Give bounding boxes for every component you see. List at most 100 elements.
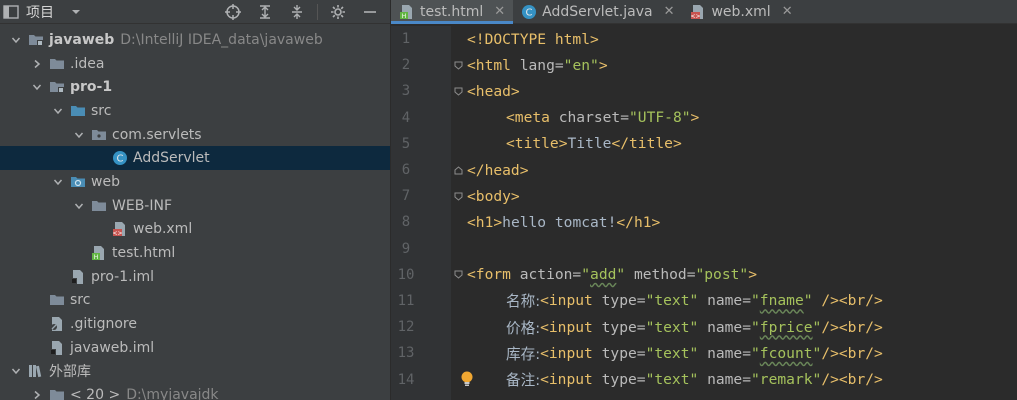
toolbar-separator: [317, 3, 318, 20]
tree-item[interactable]: pro-1: [0, 75, 390, 99]
chevron-down-icon[interactable]: [31, 81, 43, 93]
chevron-right-icon[interactable]: [31, 389, 43, 400]
tree-item[interactable]: pro-1.iml: [0, 265, 390, 289]
code-token: ": [812, 318, 822, 336]
tree-item[interactable]: .gitignore: [0, 312, 390, 336]
tree-item-label: javaweb: [49, 31, 115, 48]
tree-item[interactable]: <> web.xml: [0, 218, 390, 242]
code-line: 备注: <input type= "text" name= " remark "/><br…: [451, 366, 1017, 392]
code-token: <title>: [506, 135, 568, 153]
code-token: "text": [645, 292, 699, 310]
line-number: 7: [401, 188, 411, 205]
tree-item-label: test.html: [112, 245, 176, 262]
project-panel-header: 项目: [0, 0, 390, 24]
chevron-down-icon[interactable]: [70, 6, 82, 18]
line-number: 13: [397, 345, 415, 362]
editor-tab[interactable]: C AddServlet.java ✕: [513, 0, 682, 23]
project-view-selector[interactable]: 项目: [0, 2, 82, 22]
tree-item[interactable]: < 20 > D:\myjavajdk: [0, 383, 390, 400]
close-icon[interactable]: ✕: [664, 4, 675, 19]
fold-marker-icon[interactable]: [454, 87, 463, 96]
tree-item[interactable]: WEB-INF: [0, 194, 390, 218]
tree-item[interactable]: javaweb.iml: [0, 336, 390, 360]
fold-marker-icon[interactable]: [454, 61, 463, 70]
tree-item[interactable]: src: [0, 99, 390, 123]
line-number: 4: [401, 109, 411, 126]
code-line: </head>: [451, 157, 1017, 183]
chevron-right-icon[interactable]: [31, 58, 43, 70]
svg-text:H: H: [94, 254, 99, 261]
editor-area: Htest.html ✕ C AddServlet.java ✕ <> web.xml ✕ 1…: [391, 0, 1017, 400]
code-token: 库存:: [506, 345, 541, 363]
editor-tab-label: web.xml: [711, 3, 771, 20]
svg-text:<>: <>: [112, 230, 122, 237]
code-token: ": [581, 266, 591, 284]
editor-tab[interactable]: Htest.html ✕: [391, 0, 514, 24]
fold-marker-icon[interactable]: [454, 192, 463, 201]
code-token: </title>: [611, 135, 682, 153]
code-token: ": [812, 371, 822, 389]
code-token: <form: [467, 266, 520, 284]
code-token: name=: [698, 344, 751, 362]
line-number: 2: [401, 57, 411, 74]
line-number: 8: [401, 214, 411, 231]
code-token: "text": [645, 371, 699, 389]
tree-item[interactable]: Htest.html: [0, 241, 390, 265]
package-icon: [91, 127, 107, 143]
minimize-icon[interactable]: [354, 0, 386, 24]
line-number: 12: [397, 319, 415, 336]
line-number-gutter: 1 2 3 4 5 6 7 8 9 10 11 12 13 14: [391, 26, 451, 400]
tree-item-label: .gitignore: [70, 316, 137, 333]
fold-marker-icon[interactable]: [454, 270, 463, 279]
tree-item-label: src: [91, 102, 112, 119]
code-line: <!DOCTYPE html>: [451, 26, 1017, 52]
code-token: ": [803, 292, 822, 310]
tree-item[interactable]: com.servlets: [0, 123, 390, 147]
tree-item-label: javaweb.iml: [70, 339, 155, 356]
tree-item[interactable]: .idea: [0, 52, 390, 76]
expand-all-icon[interactable]: [249, 0, 281, 24]
tree-item-label: AddServlet: [133, 150, 210, 167]
code-line: <head>: [451, 78, 1017, 104]
code-token: "UTF-8": [629, 109, 691, 127]
tree-item-label: < 20 >: [70, 387, 121, 400]
tree-item-label: com.servlets: [112, 126, 202, 143]
code-token: <body>: [467, 187, 520, 205]
code-token: 名称:: [506, 293, 541, 311]
lightbulb-icon[interactable]: [459, 370, 475, 388]
code-token: Title: [567, 135, 612, 153]
code-line: 库存: <input type= "text" name= " fcount "/><br…: [451, 340, 1017, 366]
editor-tab-bar: Htest.html ✕ C AddServlet.java ✕ <> web.xml ✕: [391, 0, 1017, 24]
code-token: >: [748, 266, 757, 284]
chevron-down-icon[interactable]: [52, 105, 64, 117]
chevron-down-icon[interactable]: [10, 34, 22, 46]
tree-item[interactable]: src: [0, 289, 390, 313]
tree-item-label: WEB-INF: [112, 197, 172, 214]
close-icon[interactable]: ✕: [782, 4, 793, 19]
code-token: "text": [645, 344, 699, 362]
tree-item[interactable]: javaweb D:\IntelliJ IDEA_data\javaweb: [0, 28, 390, 52]
tree-item[interactable]: C AddServlet: [0, 146, 390, 171]
gear-icon[interactable]: [322, 0, 354, 24]
chevron-down-icon[interactable]: [73, 129, 85, 141]
tree-item[interactable]: 外部库: [0, 360, 390, 384]
close-icon[interactable]: ✕: [494, 4, 505, 19]
code-token: remark: [759, 371, 813, 389]
chevron-down-icon[interactable]: [52, 176, 64, 188]
gitignore-file-icon: [49, 316, 65, 332]
code-line: <body>: [451, 183, 1017, 209]
library-icon: [28, 363, 44, 379]
line-number: 3: [401, 83, 411, 100]
fold-marker-icon[interactable]: [454, 165, 463, 175]
chevron-down-icon[interactable]: [10, 365, 22, 377]
code-editor[interactable]: <!DOCTYPE html> <html lang= "en" > <head> …: [451, 26, 1017, 400]
tree-item[interactable]: web: [0, 170, 390, 194]
tree-item-label: web: [91, 173, 120, 190]
code-token: ": [751, 344, 760, 362]
chevron-down-icon[interactable]: [73, 200, 85, 212]
collapse-all-icon[interactable]: [281, 0, 313, 24]
locate-crosshair-icon[interactable]: [217, 0, 249, 24]
code-token: >: [690, 109, 700, 127]
line-number: 14: [397, 371, 415, 388]
editor-tab[interactable]: <> web.xml ✕: [682, 0, 800, 23]
